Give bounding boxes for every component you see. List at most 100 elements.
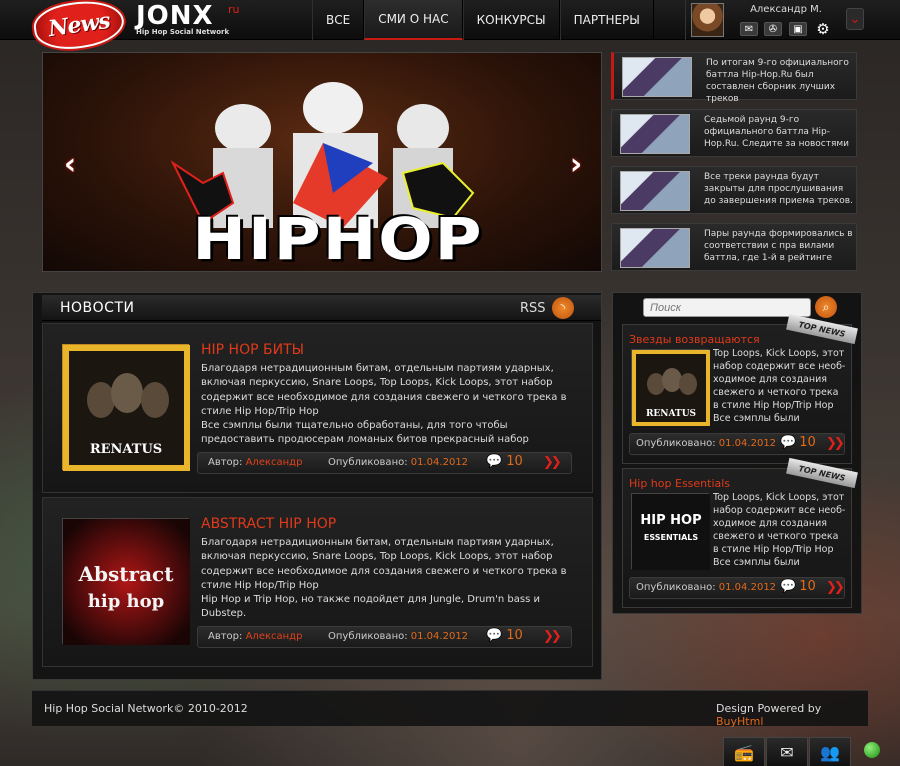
read-more-icon[interactable]: ❯❯ [826, 580, 845, 595]
main-nav: ВСЕ СМИ О НАС КОНКУРСЫ ПАРТНЕРЫ [312, 0, 654, 40]
read-more-icon[interactable]: ❯❯ [543, 455, 562, 470]
mail-icon[interactable]: ✉ [740, 22, 758, 36]
top-news-body: Top Loops, Kick Loops, этот набор содерж… [713, 348, 846, 424]
logo-domain: ru [228, 3, 240, 16]
article-title[interactable]: HIP HOP БИТЫ [201, 342, 304, 358]
photo-icon[interactable]: ▣ [789, 22, 807, 36]
side-news-thumb [622, 57, 692, 97]
avatar[interactable] [691, 3, 724, 37]
svg-text:Abstract: Abstract [78, 562, 175, 586]
published-date: 01.04.2012 [410, 631, 469, 642]
author-link[interactable]: Александр [246, 631, 303, 642]
online-status-icon [864, 742, 880, 758]
nav-partners[interactable]: ПАРТНЕРЫ [559, 0, 654, 40]
footer: Hip Hop Social Network© 2010-2012 Design… [32, 690, 868, 728]
banner-title: HIPHOP [192, 206, 484, 272]
published-label: Опубликовано: [636, 438, 716, 449]
banner-next-arrow[interactable]: › [566, 146, 586, 182]
published-date: 01.04.2012 [718, 582, 777, 593]
users-icon[interactable]: 👥 [809, 737, 851, 766]
nav-contests[interactable]: КОНКУРСЫ [462, 0, 560, 40]
chevron-down-icon[interactable]: ⌄ [846, 8, 864, 30]
top-news-meta: Опубликовано: 01.04.2012 💬 10 ❯❯ [629, 577, 845, 599]
side-news-item[interactable]: По итогам 9-го официального баттла Hip-H… [611, 52, 857, 104]
side-news-text: Пары раунда формировались в соответствии… [704, 229, 853, 263]
cover-art: Abstract hip hop [63, 519, 190, 645]
side-news-item[interactable]: Все треки раунда будут закрыты для просл… [611, 166, 857, 214]
film-reel-icon[interactable]: ✇ [764, 22, 782, 36]
read-more-icon[interactable]: ❯❯ [543, 629, 562, 644]
article-card: RENATUS HIP HOP БИТЫ Благодаря нетрадици… [42, 323, 593, 493]
comments-number: 10 [799, 435, 816, 450]
article-cover[interactable]: Abstract hip hop [62, 518, 190, 645]
comment-bubble-icon: 💬 [780, 579, 797, 594]
side-news-item[interactable]: Пары раунда формировались в соответствии… [611, 223, 857, 271]
rss-link[interactable]: RSS [520, 301, 546, 316]
comments-count[interactable]: 💬 10 [780, 435, 816, 450]
published-label: Опубликовано: [328, 631, 408, 642]
side-news-thumb [620, 228, 690, 268]
top-news-cover[interactable]: RENATUS [631, 349, 710, 426]
top-news-meta: Опубликовано: 01.04.2012 💬 10 ❯❯ [629, 433, 845, 455]
side-news-item[interactable]: Седьмой раунд 9-го официального баттла H… [611, 109, 857, 157]
comment-bubble-icon: 💬 [486, 628, 503, 643]
hero-banner[interactable]: HIPHOP [42, 52, 602, 272]
article-meta: Автор: Александр Опубликовано: 01.04.201… [197, 626, 572, 648]
author-label: Автор: [208, 457, 243, 468]
site-logo[interactable]: JONX ru Hip Hop Social Network [136, 3, 266, 37]
published-date: 01.04.2012 [718, 438, 777, 449]
rss-icon[interactable]: ◝ [552, 297, 574, 319]
search-icon[interactable]: ⌕ [815, 296, 837, 318]
username[interactable]: Александр М. [731, 4, 841, 15]
published-date: 01.04.2012 [410, 457, 469, 468]
top-news-card: TOP NEWS Hip hop Essentials HIP HOP ESSE… [622, 457, 858, 608]
side-news-text: Все треки раунда будут закрыты для просл… [704, 172, 853, 206]
copyright-text: Hip Hop Social Network© 2010-2012 [44, 702, 248, 715]
article-body: Благодаря нетрадиционным битам, отдельны… [201, 363, 567, 446]
comments-count[interactable]: 💬 10 [486, 628, 523, 643]
radio-icon[interactable]: 📻 [723, 737, 765, 766]
side-news-thumb [620, 171, 690, 211]
powered-by: Design Powered by BuyHtml [716, 702, 868, 728]
author-label: Автор: [208, 631, 243, 642]
top-news-card: TOP NEWS Звезды возвращаются RENATUS Top… [622, 313, 858, 464]
user-box: Александр М. ✉ ✇ ▣ ⚙ [685, 0, 845, 40]
logo-mark: JONX [136, 1, 214, 31]
banner-prev-arrow[interactable]: ‹ [60, 146, 80, 182]
gear-icon[interactable]: ⚙ [814, 20, 832, 38]
comment-bubble-icon: 💬 [486, 454, 503, 469]
news-header: НОВОСТИ RSS ◝ [42, 295, 601, 321]
article-body: Благодаря нетрадиционным битам, отдельны… [201, 537, 567, 620]
logo-tagline: Hip Hop Social Network [136, 28, 230, 36]
nav-media[interactable]: СМИ О НАС [364, 0, 463, 40]
top-news-title[interactable]: Hip hop Essentials [629, 477, 730, 490]
article-title[interactable]: ABSTRACT HIP HOP [201, 516, 336, 532]
side-news-thumb [620, 114, 690, 154]
cover-art: RENATUS [632, 350, 710, 426]
cover-art: RENATUS [63, 345, 190, 471]
search-input[interactable] [643, 298, 811, 317]
comments-number: 10 [506, 454, 523, 469]
article-cover[interactable]: RENATUS [62, 344, 190, 471]
powered-by-link[interactable]: BuyHtml [716, 715, 763, 728]
top-news-title[interactable]: Звезды возвращаются [629, 333, 760, 346]
comments-count[interactable]: 💬 10 [780, 579, 816, 594]
published-label: Опубликовано: [328, 457, 408, 468]
svg-text:RENATUS: RENATUS [90, 442, 162, 457]
cover-art: HIP HOP ESSENTIALS [632, 494, 710, 570]
nav-all[interactable]: ВСЕ [312, 0, 365, 40]
comments-number: 10 [506, 628, 523, 643]
author-link[interactable]: Александр [246, 457, 303, 468]
top-news-cover[interactable]: HIP HOP ESSENTIALS [631, 493, 710, 570]
side-news-text: Седьмой раунд 9-го официального баттла H… [704, 115, 850, 149]
read-more-icon[interactable]: ❯❯ [826, 436, 845, 451]
top-news-body: Top Loops, Kick Loops, этот набор содерж… [713, 492, 846, 568]
powered-by-label: Design Powered by [716, 702, 822, 715]
mail-icon[interactable]: ✉ [766, 737, 808, 766]
news-section-title: НОВОСТИ [60, 300, 135, 316]
comment-bubble-icon: 💬 [780, 435, 797, 450]
svg-text:ESSENTIALS: ESSENTIALS [644, 533, 699, 542]
article-card: Abstract hip hop ABSTRACT HIP HOP Благод… [42, 497, 593, 667]
comments-count[interactable]: 💬 10 [486, 454, 523, 469]
side-news-text: По итогам 9-го официального баттла Hip-H… [706, 58, 849, 104]
